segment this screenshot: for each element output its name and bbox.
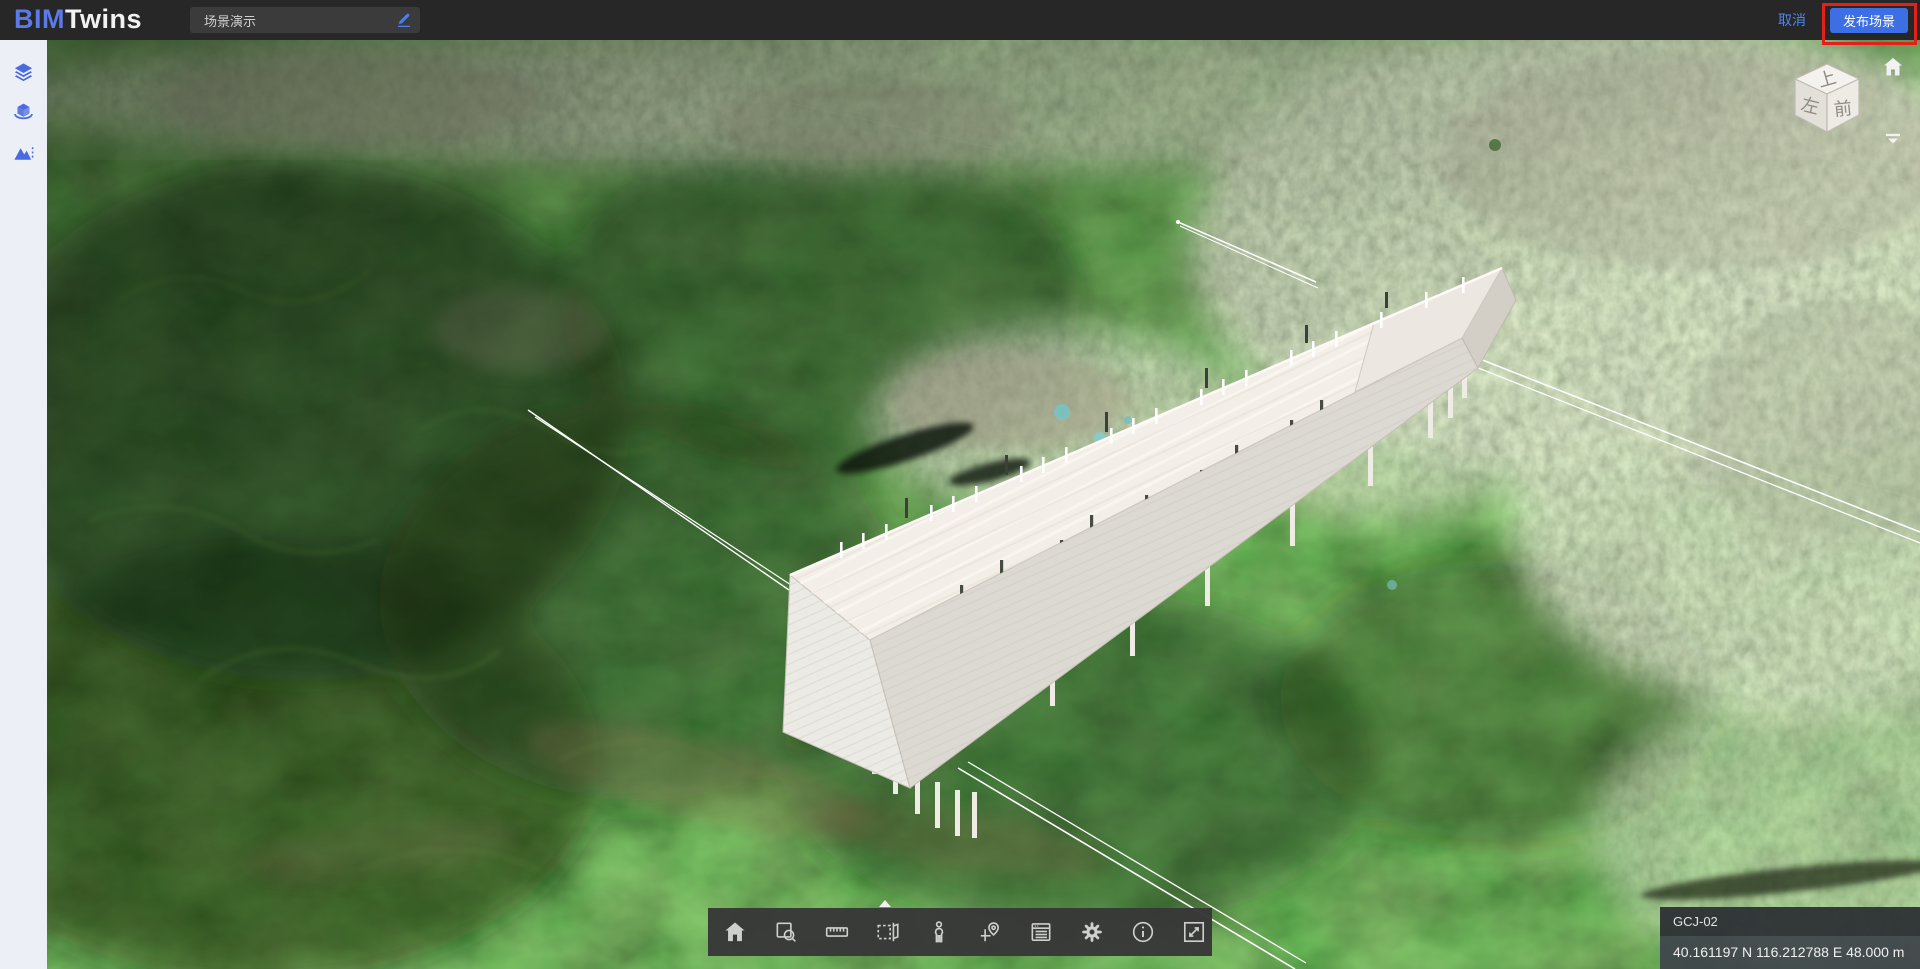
tool-section-button[interactable] — [874, 918, 902, 946]
tool-area-select-button[interactable] — [772, 918, 800, 946]
view-cube-front-label: 前 — [1833, 98, 1853, 120]
model-cube-icon — [12, 101, 35, 124]
list-panel-icon — [1028, 919, 1054, 945]
tool-home-button[interactable] — [721, 918, 749, 946]
person-icon — [926, 919, 952, 945]
collapse-chevron-icon — [1881, 126, 1905, 150]
layers-icon — [12, 61, 35, 84]
section-clip-icon — [875, 919, 901, 945]
home-icon — [722, 919, 748, 945]
coordinates-readout: 40.161197 N 116.212788 E 48.000 m — [1660, 936, 1920, 969]
map-canvas[interactable] — [47, 40, 1920, 969]
tool-settings-button[interactable] — [1078, 918, 1106, 946]
sidebar-item-layers[interactable] — [0, 52, 47, 92]
box-select-icon — [773, 919, 799, 945]
left-tool-rail — [0, 40, 47, 969]
app-logo: BIMTwins — [14, 4, 142, 35]
tool-person-view-button[interactable] — [925, 918, 953, 946]
tool-popup-indicator — [879, 900, 891, 907]
status-panel: GCJ-02 40.161197 N 116.212788 E 48.000 m — [1660, 907, 1920, 969]
bimtwins-app: BIMTwins 取消 发布场景 — [0, 0, 1920, 969]
map-pin-axes-icon — [977, 919, 1003, 945]
viewer-toolbar — [708, 908, 1212, 956]
cancel-button[interactable]: 取消 — [1778, 0, 1806, 40]
scene-name-field-wrap — [190, 7, 420, 33]
home-icon — [1881, 55, 1905, 79]
tool-fullscreen-button[interactable] — [1180, 918, 1208, 946]
info-icon — [1130, 919, 1156, 945]
crs-label: GCJ-02 — [1660, 907, 1920, 936]
view-cube[interactable]: 上 左 前 — [1779, 52, 1875, 148]
gear-icon — [1079, 919, 1105, 945]
publish-scene-button[interactable]: 发布场景 — [1830, 8, 1908, 33]
reset-view-home-button[interactable] — [1881, 55, 1905, 79]
scene-name-input[interactable] — [190, 7, 420, 33]
tool-info-button[interactable] — [1129, 918, 1157, 946]
tool-measure-button[interactable] — [823, 918, 851, 946]
scene-viewport: 上 左 前 — [47, 40, 1920, 969]
pencil-edit-icon[interactable] — [395, 11, 413, 29]
logo-twins: Twins — [65, 4, 142, 34]
collapse-controls-button[interactable] — [1881, 126, 1905, 150]
tool-list-button[interactable] — [1027, 918, 1055, 946]
terrain-analysis-icon — [12, 141, 35, 164]
top-bar: BIMTwins 取消 发布场景 — [0, 0, 1920, 40]
sidebar-item-terrain[interactable] — [0, 132, 47, 172]
tool-location-button[interactable] — [976, 918, 1004, 946]
sidebar-item-model[interactable] — [0, 92, 47, 132]
fullscreen-icon — [1181, 919, 1207, 945]
ruler-icon — [824, 919, 850, 945]
logo-bim: BIM — [14, 4, 65, 34]
